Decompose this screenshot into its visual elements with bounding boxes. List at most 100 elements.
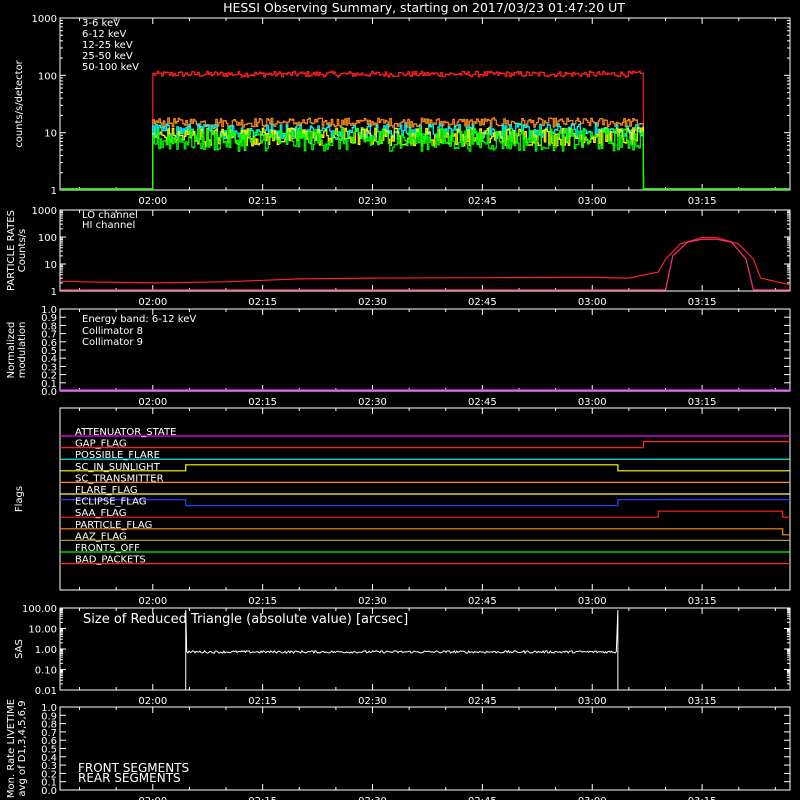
panel-modulation: 02:00 02:15 02:30 02:45 03:00 03:150.00.10.20… [6, 305, 791, 408]
flag-label: GAP_FLAG [75, 439, 127, 450]
x-tick-label: 03:00 [578, 696, 607, 707]
x-tick-label: 02:45 [468, 397, 497, 408]
flag-line [60, 464, 790, 472]
x-tick-label: 02:45 [468, 596, 497, 607]
y-axis-label: SAS [14, 639, 25, 659]
panel-livetime: 02:0002:1502:3002:4503:0003:150.00.10.20… [6, 699, 791, 800]
flag-line [60, 528, 790, 536]
y-axis-label-secondary: modulation [17, 322, 28, 379]
x-tick-label: 02:45 [468, 696, 497, 707]
x-tick-label: 02:00 [138, 696, 167, 707]
legend-entry: 6-12 keV [82, 29, 126, 40]
x-tick-label: 02:30 [358, 796, 387, 800]
x-tick-label: 03:00 [578, 297, 607, 308]
y-axis-label: counts/s/detector [14, 59, 25, 147]
y-axis-label: PARTICLE RATES [6, 210, 17, 291]
flag-label: SAA_FLAG [75, 508, 126, 519]
x-tick-label: 02:45 [468, 796, 497, 800]
y-tick-label: 10 [44, 129, 57, 140]
y-tick-label: 1.0 [41, 305, 57, 316]
x-tick-label: 02:30 [358, 397, 387, 408]
x-tick-label: 02:00 [138, 397, 167, 408]
x-tick-label: 02:30 [358, 196, 387, 207]
y-tick-label: 0.01 [35, 686, 57, 697]
flag-line [60, 441, 790, 449]
y-tick-label: 100 [38, 71, 57, 82]
x-tick-label: 03:15 [688, 696, 717, 707]
y-axis-label-secondary: Counts/s [17, 229, 28, 273]
x-tick-label: 02:30 [358, 297, 387, 308]
flag-label: ECLIPSE_FLAG [75, 497, 146, 508]
flag-label: SC_TRANSMITTER [75, 473, 164, 484]
flag-label: POSSIBLE_FLARE [75, 450, 160, 461]
y-tick-label: 10 [44, 260, 57, 271]
x-tick-label: 02:15 [248, 596, 277, 607]
series-line-lo-channel [59, 237, 791, 286]
flag-label: PARTICLE_FLAG [75, 520, 152, 531]
flag-label: SC_IN_SUNLIGHT [75, 462, 161, 473]
x-tick-label: 03:15 [688, 796, 717, 800]
y-tick-label: 1000 [32, 206, 57, 217]
panel-particle-rates: 02:00 02:15 02:30 02:45 03:00 03:15 1 10 100 1000… [6, 206, 791, 308]
observing-summary-figure: HESSI Observing Summary, starting on 201… [6, 0, 791, 800]
panel-count-rates: 02:00 02:15 02:30 02:45 03:00 03:15 1 10 100 1000… [14, 14, 791, 207]
x-tick-label: 02:00 [138, 196, 167, 207]
y-tick-label: 100 [38, 233, 57, 244]
flag-label: ATTENUATOR_STATE [75, 427, 176, 438]
x-tick-label: 02:45 [468, 297, 497, 308]
legend-entry: Collimator 9 [82, 337, 143, 348]
y-tick-label: 100.00 [22, 604, 57, 615]
legend-entry: REAR SEGMENTS [78, 771, 181, 785]
plot-panels: 02:00 02:15 02:30 02:45 03:00 03:151101001000… [6, 14, 791, 800]
x-tick-label: 02:15 [248, 397, 277, 408]
y-axis-label-secondary: avg of D1,3,4,5,6,9 [17, 700, 28, 796]
x-tick-label: 02:45 [468, 196, 497, 207]
y-axis-label: Flags [14, 486, 25, 512]
x-tick-label: 03:15 [688, 297, 717, 308]
figure-title: HESSI Observing Summary, starting on 201… [223, 0, 625, 15]
flag-line [60, 499, 790, 507]
flag-label: FLARE_FLAG [75, 485, 138, 496]
legend-entry: 12-25 keV [82, 40, 133, 51]
flag-label: BAD_PACKETS [75, 555, 146, 566]
y-tick-label: 1000 [32, 14, 57, 25]
x-tick-label: 03:00 [578, 196, 607, 207]
y-tick-label: 1 [51, 287, 57, 298]
legend-entry: 3-6 keV [82, 18, 120, 29]
flag-label: FRONTS_OFF [75, 543, 140, 554]
x-tick-label: 03:00 [578, 397, 607, 408]
y-tick-label: 10.00 [28, 625, 57, 636]
legend-entry: Collimator 8 [82, 326, 143, 337]
legend-entry: 50-100 keV [82, 62, 139, 73]
x-tick-label: 02:15 [248, 696, 277, 707]
panel-sas: 02:00 02:15 02:30 02:45 03:00 03:15 0.01 0.10 1.… [14, 604, 791, 707]
panel-frame [59, 209, 791, 292]
x-tick-label: 03:15 [688, 397, 717, 408]
flag-line [60, 510, 790, 518]
x-tick-label: 03:15 [688, 196, 717, 207]
x-tick-label: 02:00 [138, 596, 167, 607]
x-tick-label: 02:15 [248, 196, 277, 207]
x-tick-label: 02:15 [248, 796, 277, 800]
x-tick-label: 02:30 [358, 696, 387, 707]
y-tick-label: 1 [51, 186, 57, 197]
x-tick-label: 02:00 [138, 297, 167, 308]
x-tick-label: 02:30 [358, 596, 387, 607]
x-tick-label: 03:00 [578, 796, 607, 800]
x-tick-label: 02:00 [138, 796, 167, 800]
legend-entry: HI channel [82, 220, 135, 231]
x-tick-label: 03:15 [688, 596, 717, 607]
panel-frame [59, 17, 791, 191]
y-tick-label: 1.0 [41, 703, 57, 714]
y-tick-label: 0.10 [35, 666, 57, 677]
flag-label: AAZ_FLAG [75, 531, 127, 542]
sas-annotation: Size of Reduced Triangle (absolute value… [83, 612, 408, 627]
legend-entry: 25-50 keV [82, 51, 133, 62]
x-tick-label: 03:00 [578, 596, 607, 607]
y-axis-label: Mon. Rate LIVETIME [6, 699, 17, 798]
x-tick-label: 02:15 [248, 297, 277, 308]
panel-flags: 02:00 02:15 02:30 02:45 03:00 03:15 Flags ATTEN… [14, 407, 791, 607]
y-axis-label: Normalized [6, 322, 17, 379]
y-tick-label: 1.00 [35, 645, 57, 656]
series-line-25-50 keV [60, 127, 790, 190]
